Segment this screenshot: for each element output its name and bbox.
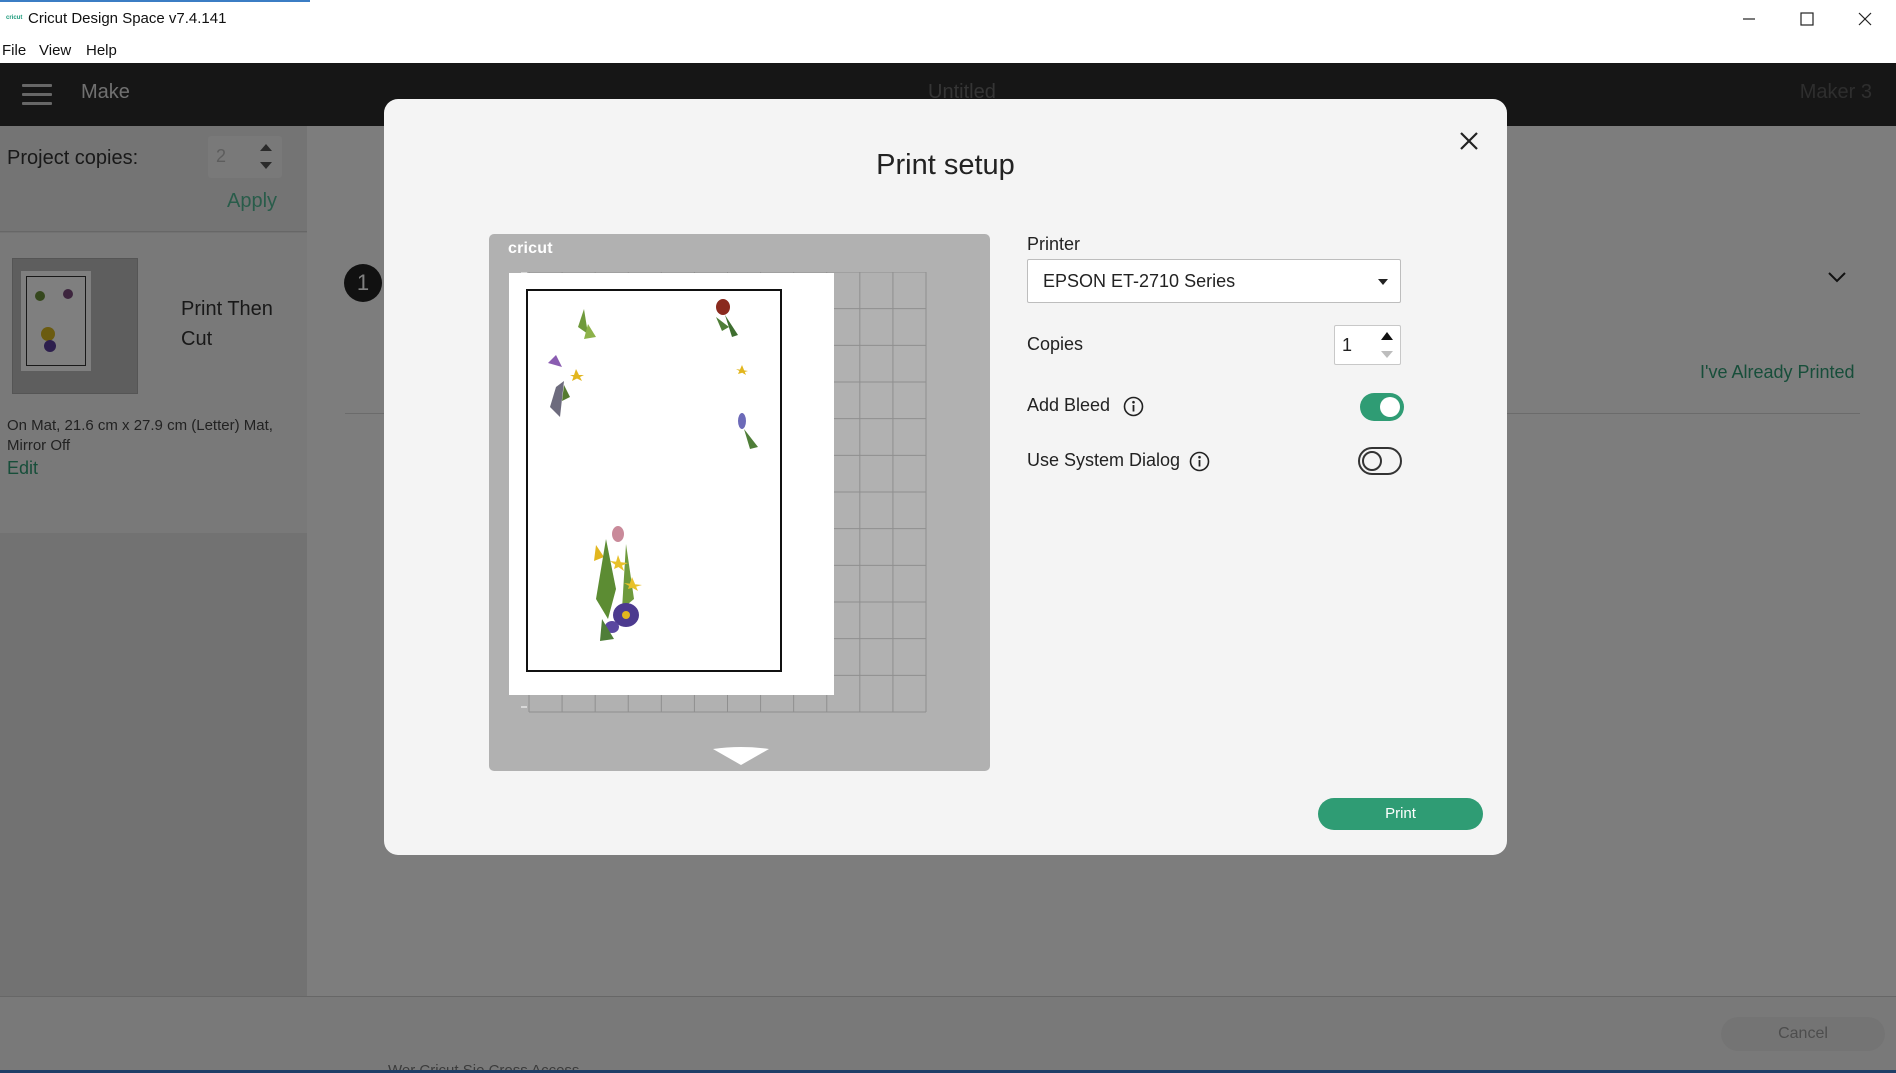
dialog-title: Print setup (876, 149, 1015, 181)
copies-label: Copies (1027, 334, 1084, 354)
close-icon (1858, 12, 1872, 26)
mat-brand-logo: cricut (508, 240, 553, 257)
menu-view[interactable]: View (39, 42, 71, 59)
use-system-dialog-label: Use System Dialog (1027, 450, 1181, 470)
info-icon[interactable] (1123, 396, 1144, 417)
info-icon[interactable] (1189, 451, 1210, 472)
app-logo: cricut (6, 15, 23, 21)
printer-select[interactable]: EPSON ET-2710 Series (1027, 259, 1401, 303)
decrement-icon[interactable] (1381, 351, 1393, 358)
close-window-button[interactable] (1836, 0, 1894, 38)
toggle-knob (1380, 397, 1400, 417)
window-titlebar: cricut Cricut Design Space v7.4.141 (0, 0, 1896, 38)
increment-icon[interactable] (1381, 332, 1393, 340)
add-bleed-toggle[interactable] (1360, 393, 1404, 421)
toggle-knob (1362, 451, 1382, 471)
dropdown-caret-icon[interactable] (1378, 279, 1388, 285)
window-title: Cricut Design Space v7.4.141 (28, 10, 227, 27)
maximize-icon (1800, 12, 1814, 26)
print-setup-dialog: Print setup cricut Printer EPSON ET-2710… (384, 99, 1507, 855)
use-system-dialog-toggle[interactable] (1358, 447, 1402, 475)
minimize-icon (1743, 18, 1755, 20)
copies-value[interactable]: 1 (1342, 335, 1352, 356)
maximize-button[interactable] (1778, 0, 1836, 38)
add-bleed-label: Add Bleed (1027, 395, 1111, 415)
print-button[interactable]: Print (1318, 798, 1483, 830)
printer-label: Printer (1027, 234, 1081, 254)
printer-select-value[interactable]: EPSON ET-2710 Series (1043, 271, 1235, 292)
flowers-design-image (548, 299, 758, 641)
mat-feed-arrow-icon (713, 747, 769, 765)
minimize-button[interactable] (1720, 0, 1778, 38)
loading-line (0, 0, 310, 2)
menu-help[interactable]: Help (86, 42, 117, 59)
menu-file[interactable]: File (2, 42, 26, 59)
mat-preview: cricut (489, 234, 990, 771)
copies-stepper[interactable]: 1 (1334, 325, 1401, 365)
menubar: File View Help (0, 38, 1896, 63)
close-icon[interactable] (1455, 127, 1483, 155)
